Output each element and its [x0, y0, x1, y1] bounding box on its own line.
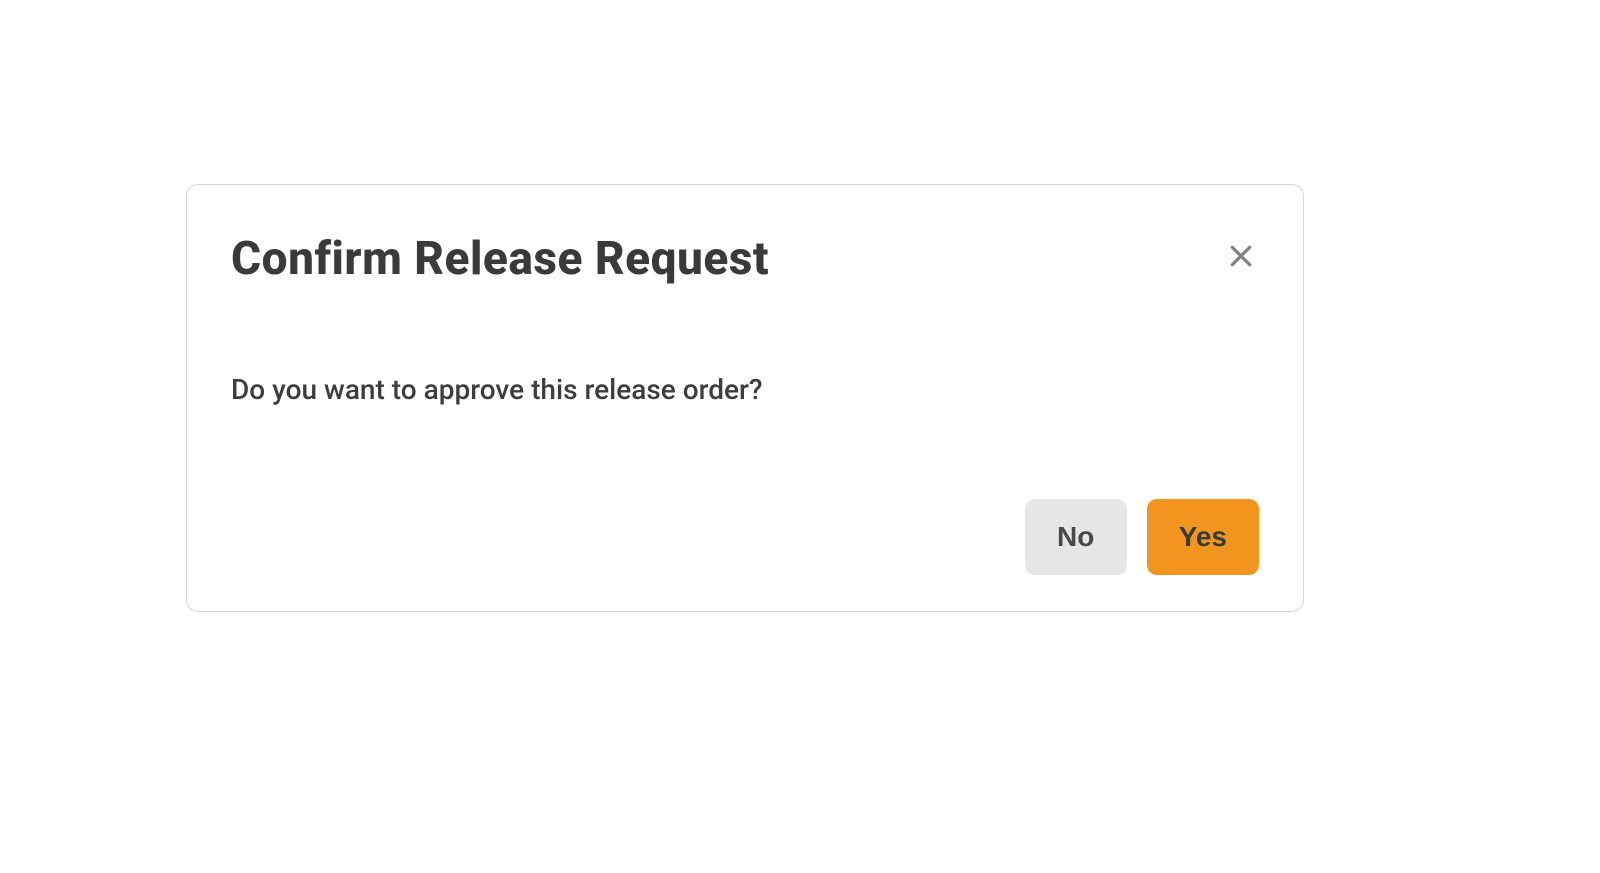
close-icon	[1226, 241, 1256, 274]
no-button[interactable]: No	[1025, 499, 1127, 575]
dialog-message: Do you want to approve this release orde…	[231, 370, 1259, 409]
yes-button[interactable]: Yes	[1147, 499, 1259, 575]
dialog-title: Confirm Release Request	[231, 233, 769, 286]
confirm-dialog: Confirm Release Request Do you want to a…	[186, 184, 1304, 612]
dialog-header: Confirm Release Request	[231, 233, 1259, 286]
dialog-body: Do you want to approve this release orde…	[231, 370, 1259, 409]
close-button[interactable]	[1223, 239, 1259, 275]
dialog-footer: No Yes	[231, 499, 1259, 575]
